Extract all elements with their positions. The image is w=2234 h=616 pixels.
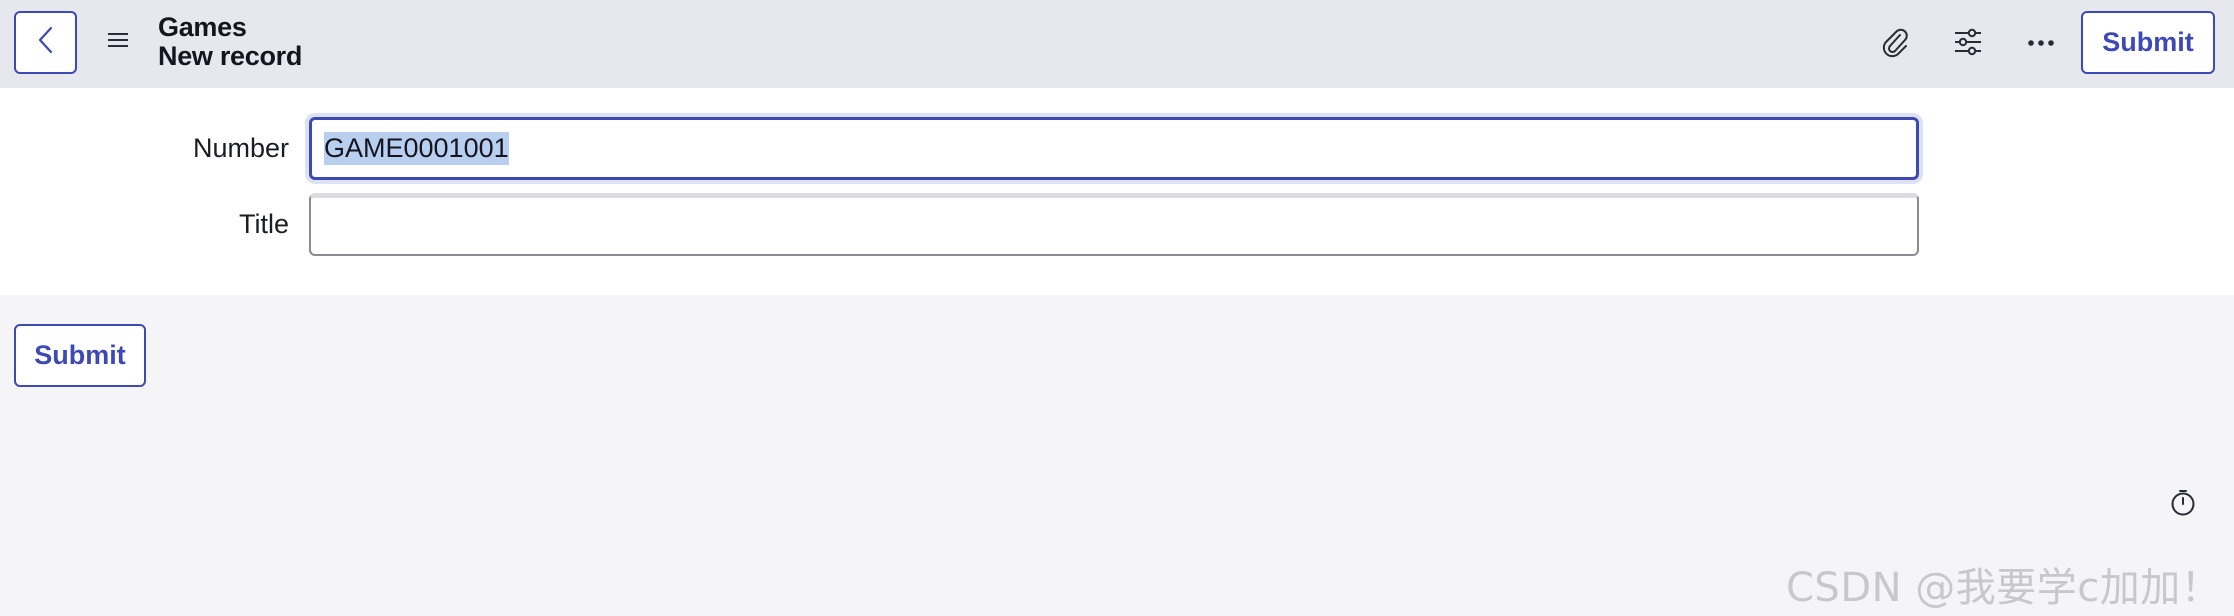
form-header: Games New record Submit [0,0,2234,88]
submit-button-header[interactable]: Submit [2081,11,2215,74]
more-options-button[interactable] [2019,22,2063,66]
number-label: Number [192,133,289,163]
title-input[interactable] [309,193,1919,256]
number-input[interactable]: GAME0001001 [309,117,1919,180]
title-label: Title [238,209,289,239]
context-menu-button[interactable] [100,22,136,62]
submit-button-footer[interactable]: Submit [14,324,146,387]
paperclip-icon [1880,26,1910,63]
ellipsis-icon [2026,35,2056,53]
table-name: Games [158,12,247,42]
stopwatch-icon[interactable] [2169,489,2197,517]
chevron-left-icon [35,25,57,60]
number-value: GAME0001001 [324,132,509,165]
hamburger-menu-icon [106,31,130,54]
header-titles: Games New record [158,13,302,71]
attachment-button[interactable] [1873,22,1917,66]
watermark: CSDN @我要学c加加！ [1786,565,2222,611]
sliders-icon [1953,28,1983,61]
form-body: Number GAME0001001 Title [0,88,2234,295]
record-title: New record [158,41,303,71]
personalize-form-button[interactable] [1946,22,1990,66]
back-button[interactable] [14,11,77,74]
